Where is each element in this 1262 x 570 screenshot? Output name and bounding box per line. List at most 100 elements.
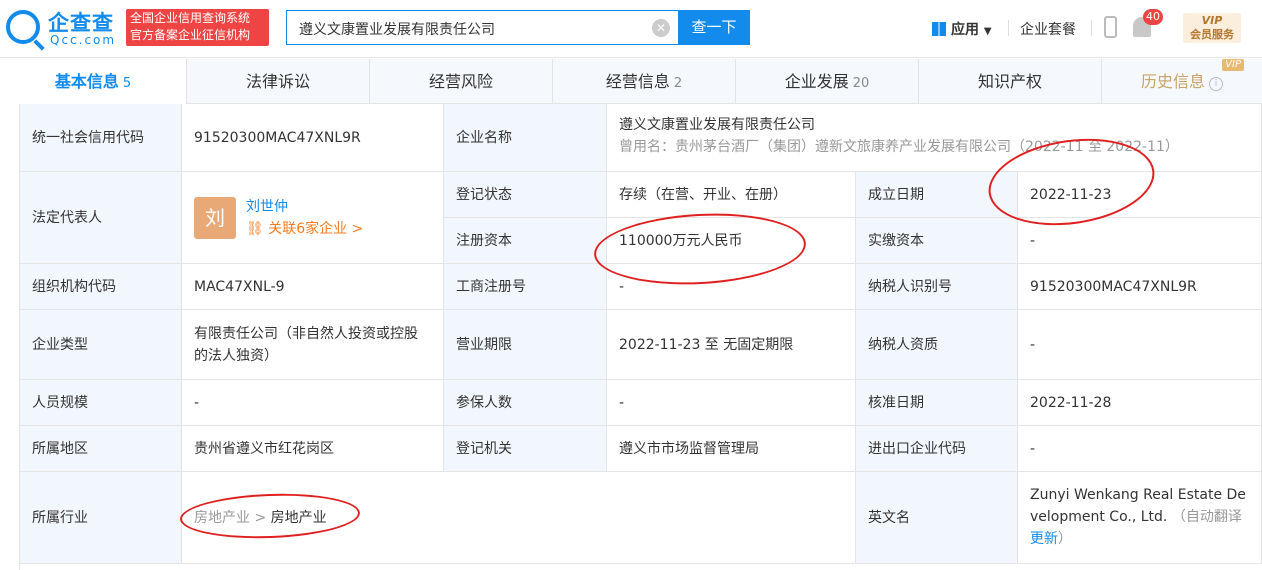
tab-operation[interactable]: 经营信息 2 (553, 59, 736, 104)
search-input[interactable]: 遵义文康置业发展有限责任公司 ✕ (286, 10, 678, 45)
legal-rep-label: 法定代表人 (20, 172, 182, 264)
company-info-table: 统一社会信用代码 91520300MAC47XNL9R 企业名称 遵义文康置业发… (20, 104, 1262, 570)
company-name-label: 企业名称 (444, 104, 607, 172)
tab-label: 历史信息 (1140, 72, 1205, 91)
staff-value: - (182, 380, 444, 426)
founded-label: 成立日期 (856, 172, 1018, 218)
english-name-cell: Zunyi Wenkang Real Estate Development Co… (1018, 472, 1262, 564)
reg-status-value: 存续（在营、开业、在册） (607, 172, 856, 218)
credit-code-value: 91520300MAC47XNL9R (182, 104, 444, 172)
tab-count: 20 (852, 76, 870, 91)
tab-label: 知识产权 (977, 72, 1042, 91)
import-export-value: - (1018, 426, 1262, 472)
taxpayer-qual-value: - (1018, 310, 1262, 380)
term-label: 营业期限 (444, 310, 607, 380)
logo-domain: Qcc.com (50, 33, 117, 47)
insured-label: 参保人数 (444, 380, 607, 426)
industry-label: 所属行业 (20, 472, 182, 564)
tab-label: 经营风险 (428, 72, 493, 91)
region-label: 所属地区 (20, 426, 182, 472)
authority-value: 遵义市市场监督管理局 (607, 426, 856, 472)
notification-count-badge: 40 (1143, 9, 1163, 25)
auto-translate-close: ） (1058, 531, 1072, 547)
biz-reg-no-value: - (607, 264, 856, 310)
industry-value: 房地产业 > 房地产业 (182, 472, 856, 564)
clear-icon[interactable]: ✕ (652, 19, 670, 37)
reg-capital-label: 注册资本 (444, 218, 607, 264)
approval-label: 核准日期 (856, 380, 1018, 426)
auto-translate-note: （自动翻译 (1171, 509, 1242, 525)
tab-ip[interactable]: 知识产权 (919, 59, 1102, 104)
tab-risk[interactable]: 经营风险 (370, 59, 553, 104)
tab-basic-info[interactable]: 基本信息 5 (0, 59, 187, 104)
section-tabs: 基本信息 5 法律诉讼 经营风险 经营信息 2 企业发展 20 知识产权 历史信息 i V… (0, 59, 1262, 104)
tab-development[interactable]: 企业发展 20 (736, 59, 919, 104)
related-companies-link[interactable]: ⛓ 关联6家企业 > (246, 218, 363, 240)
founded-value: 2022-11-23 (1018, 172, 1262, 218)
divider (1008, 20, 1009, 36)
enterprise-package-link[interactable]: 企业套餐 (1020, 19, 1076, 39)
divider (1091, 20, 1092, 36)
biz-reg-no-label: 工商注册号 (444, 264, 607, 310)
type-value: 有限责任公司（非自然人投资或控股的法人独资） (182, 310, 444, 380)
translate-more-link[interactable]: 更新 (1030, 531, 1058, 547)
insured-value: - (607, 380, 856, 426)
tab-label: 基本信息 (54, 72, 119, 91)
industry-parent-link[interactable]: 房地产业 (194, 507, 250, 529)
company-name-value: 遵义文康置业发展有限责任公司 (619, 117, 815, 133)
region-value: 贵州省遵义市红花岗区 (182, 426, 444, 472)
badge-line-1: 全国企业信用查询系统 (130, 11, 251, 25)
tab-label: 经营信息 (605, 72, 670, 91)
org-code-value: MAC47XNL-9 (182, 264, 444, 310)
vip-label: VIP (1201, 14, 1223, 27)
authority-label: 登记机关 (444, 426, 607, 472)
taxpayer-id-label: 纳税人识别号 (856, 264, 1018, 310)
tab-history[interactable]: 历史信息 i VIP (1102, 59, 1262, 104)
avatar[interactable]: 刘 (194, 196, 236, 239)
tab-count: 5 (122, 76, 132, 91)
paid-capital-label: 实缴资本 (856, 218, 1018, 264)
paid-capital-value: - (1018, 218, 1262, 264)
search-value: 遵义文康置业发展有限责任公司 (299, 22, 495, 38)
english-label: 英文名 (856, 472, 1018, 564)
grid-icon (932, 22, 946, 36)
chevron-down-icon: ▼ (983, 26, 992, 37)
staff-label: 人员规模 (20, 380, 182, 426)
info-icon: i (1209, 77, 1223, 91)
tab-count: 2 (673, 76, 683, 91)
vip-service-button[interactable]: VIP 会员服务 (1183, 13, 1241, 43)
term-value: 2022-11-23 至 无固定期限 (607, 310, 856, 380)
type-label: 企业类型 (20, 310, 182, 380)
breadcrumb-separator: > (254, 509, 267, 526)
vip-service-label: 会员服务 (1190, 28, 1234, 41)
relation-icon: ⛓ (246, 220, 269, 237)
related-companies-text: 关联6家企业 > (268, 220, 364, 237)
reg-capital-value: 110000万元人民币 (607, 218, 856, 264)
top-bar: 企查查 Qcc.com 全国企业信用查询系统 官方备案企业征信机构 遵义文康置业… (0, 0, 1262, 58)
legal-rep-cell: 刘 刘世仲 ⛓ 关联6家企业 > (182, 172, 444, 264)
left-strip (0, 104, 20, 570)
tab-label: 法律诉讼 (245, 72, 310, 91)
import-export-label: 进出口企业代码 (856, 426, 1018, 472)
taxpayer-qual-label: 纳税人资质 (856, 310, 1018, 380)
credit-code-label: 统一社会信用代码 (20, 104, 182, 172)
company-name-cell: 遵义文康置业发展有限责任公司 曾用名：贵州茅台酒厂（集团）遵新文旅康养产业发展有… (607, 104, 1262, 172)
apps-label: 应用 (951, 22, 979, 38)
org-code-label: 组织机构代码 (20, 264, 182, 310)
tab-label: 企业发展 (784, 72, 849, 91)
former-name: 曾用名：贵州茅台酒厂（集团）遵新文旅康养产业发展有限公司（2022-11 至 2… (619, 139, 1179, 155)
approval-value: 2022-11-28 (1018, 380, 1262, 426)
tab-legal[interactable]: 法律诉讼 (187, 59, 370, 104)
legal-rep-name-link[interactable]: 刘世仲 (246, 196, 363, 218)
magnifier-logo-icon (6, 10, 40, 44)
mobile-icon[interactable] (1104, 16, 1117, 38)
industry-child-link[interactable]: 房地产业 (271, 507, 327, 529)
vip-flag: VIP (1222, 59, 1244, 71)
official-badge: 全国企业信用查询系统 官方备案企业征信机构 (126, 9, 269, 46)
qcc-logo[interactable]: 企查查 Qcc.com (4, 6, 122, 48)
apps-menu[interactable]: 应用 ▼ (932, 19, 992, 39)
reg-status-label: 登记状态 (444, 172, 607, 218)
search-button[interactable]: 查一下 (678, 10, 750, 45)
badge-line-2: 官方备案企业征信机构 (130, 28, 251, 42)
taxpayer-id-value: 91520300MAC47XNL9R (1018, 264, 1262, 310)
